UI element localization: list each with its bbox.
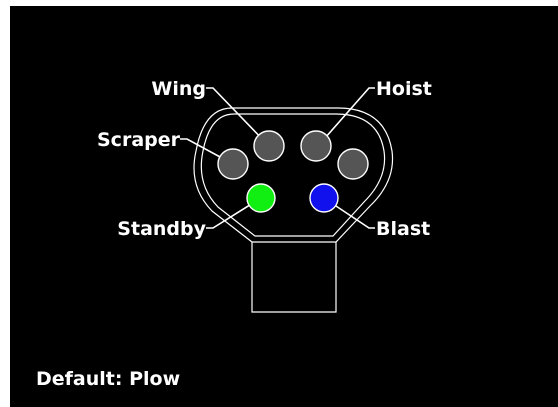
scraper-label: Scraper bbox=[97, 129, 181, 151]
joystick-diagram: Wing Hoist Scraper Standby Blast Default… bbox=[36, 78, 432, 390]
blast-label: Blast bbox=[376, 218, 430, 240]
wing-button[interactable] bbox=[253, 130, 285, 162]
standby-label: Standby bbox=[117, 218, 206, 240]
blast-button[interactable] bbox=[309, 183, 339, 213]
controller-display: Wing Hoist Scraper Standby Blast Default… bbox=[10, 6, 558, 407]
scraper-button[interactable] bbox=[217, 148, 249, 180]
extra-button[interactable] bbox=[337, 148, 369, 180]
joystick-handle-outline bbox=[251, 242, 337, 313]
display-frame: Wing Hoist Scraper Standby Blast Default… bbox=[0, 0, 558, 407]
wing-label: Wing bbox=[151, 78, 206, 100]
default-mode-text: Default: Plow bbox=[36, 368, 180, 390]
standby-button[interactable] bbox=[246, 183, 276, 213]
hoist-label: Hoist bbox=[376, 78, 432, 100]
hoist-button[interactable] bbox=[300, 130, 332, 162]
